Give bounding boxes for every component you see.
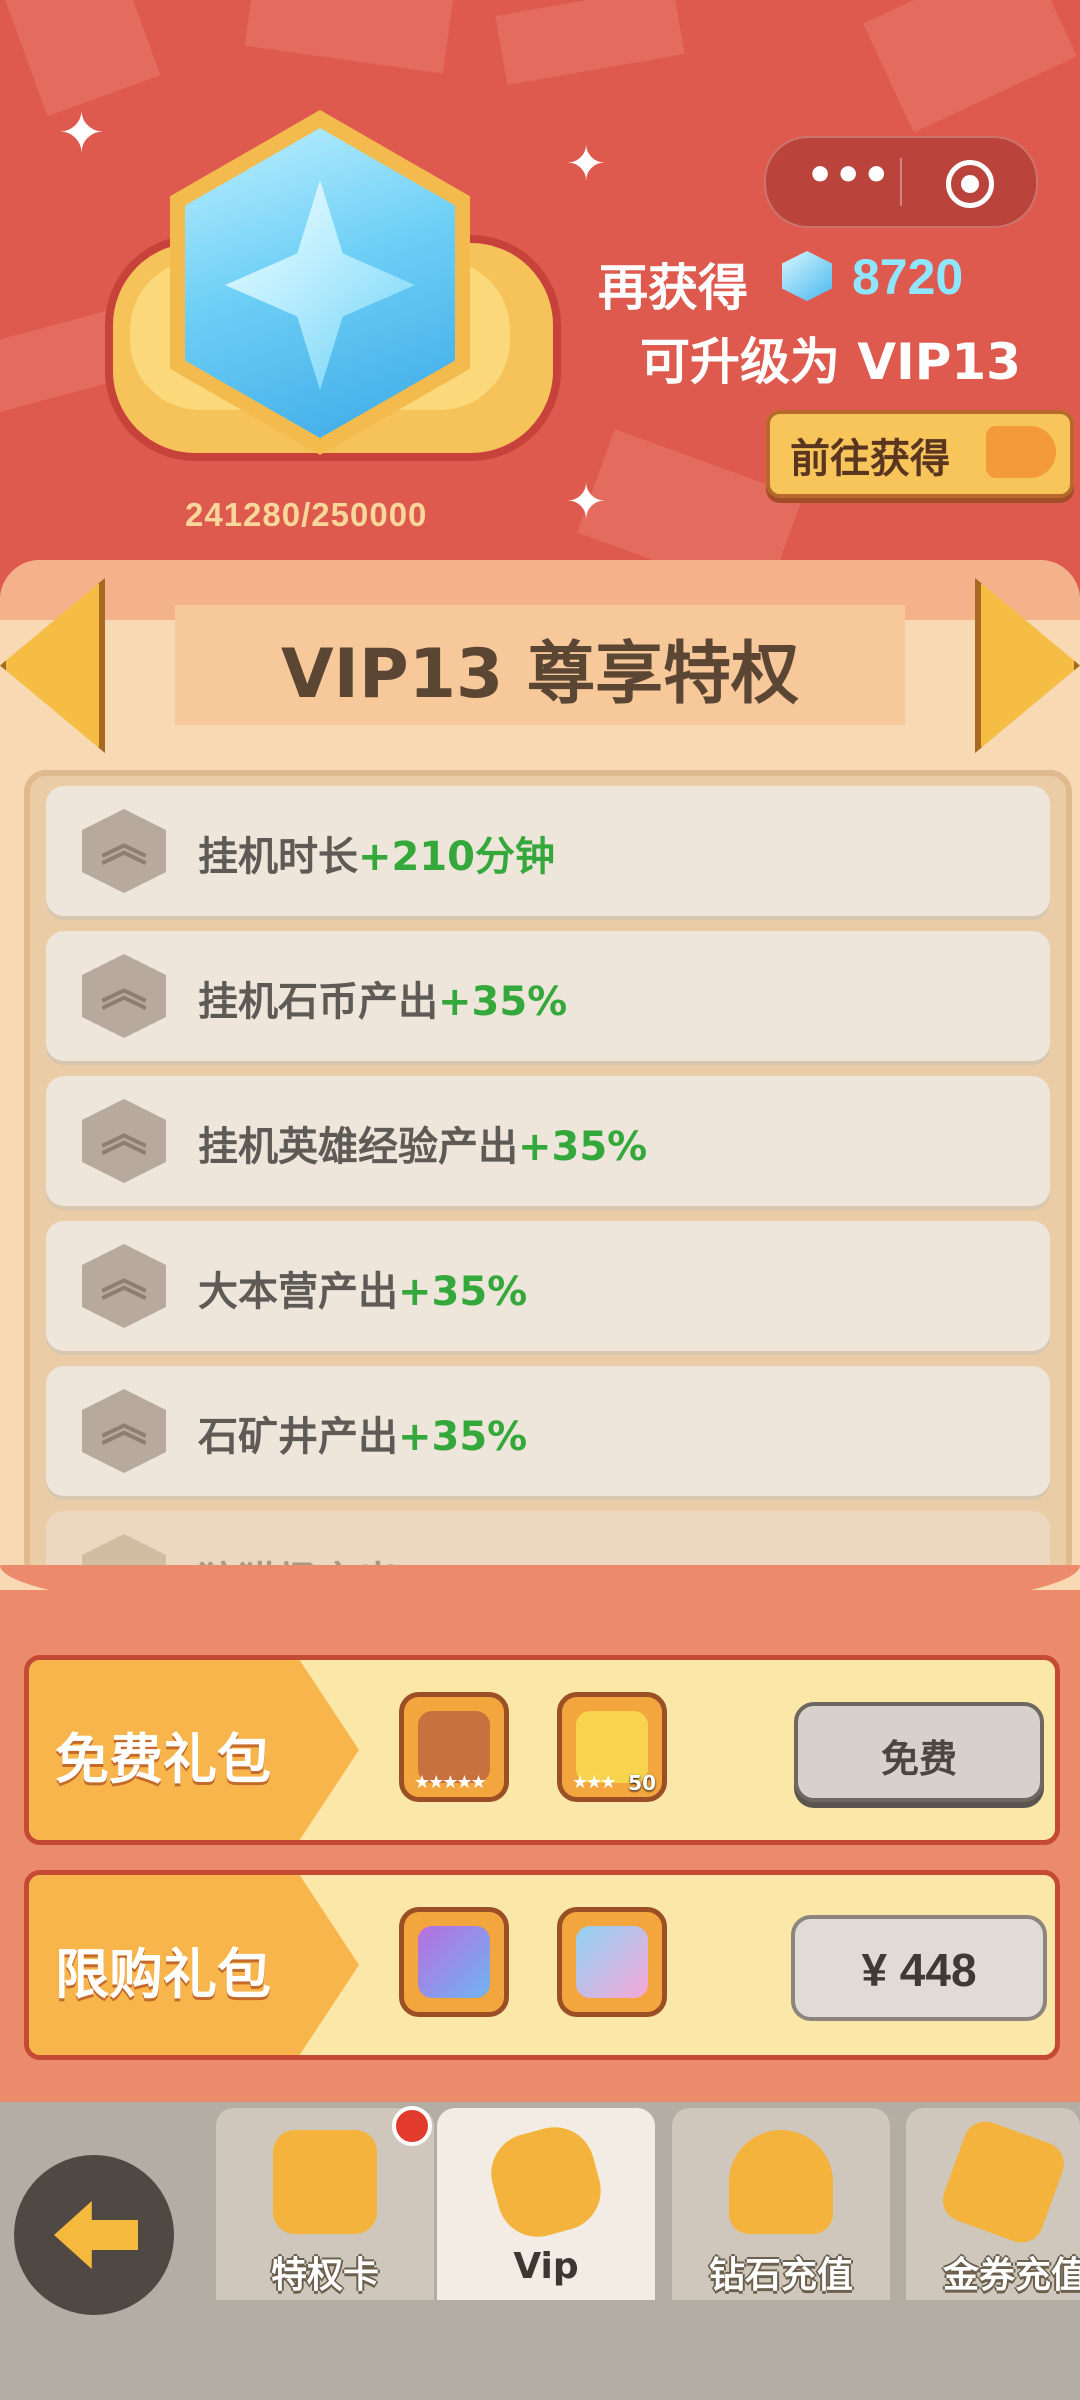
perk-label: 石矿井产出 [198, 1414, 398, 1460]
perk-item: ︽ 石矿井产出+35% [46, 1366, 1050, 1496]
perk-bonus: +35% [398, 1414, 528, 1460]
hero-ray [863, 0, 1077, 133]
sparkle-icon: ✦ [566, 474, 607, 530]
claim-free-label: 免费 [880, 1737, 957, 1781]
perk-label: 挂机时长 [198, 834, 358, 880]
perk-bonus: +210分钟 [358, 834, 556, 880]
pointing-hand-icon [986, 426, 1056, 478]
item-stars: ★★★★★ [414, 1772, 487, 1793]
limited-gift-row: 限购礼包 ¥ 448 [24, 1870, 1060, 2060]
treasure-bag-icon[interactable]: ★★★★★ [399, 1692, 509, 1802]
privilege-title: VIP13 尊享特权 [280, 635, 800, 714]
capsule-divider [900, 158, 902, 206]
perk-item: ︽ 挂机时长+210分钟 [46, 786, 1050, 916]
upgrade-amount: 8720 [852, 249, 964, 305]
privilege-card-icon [273, 2130, 377, 2234]
perk-item: ︽ 挂机石币产出+35% [46, 931, 1050, 1061]
hero-ray [244, 0, 456, 74]
tab-label: 金券充值 [942, 2255, 1080, 2296]
tab-coupon-recharge[interactable]: 金券充值 [906, 2108, 1080, 2300]
gold-gems-icon [729, 2130, 833, 2234]
perk-label: 挂机英雄经验产出 [198, 1124, 518, 1170]
chevron-up-icon: ︽ [82, 1099, 166, 1183]
gold-helmet-icon[interactable]: ★★★ 50 [557, 1692, 667, 1802]
chevron-up-icon: ︽ [82, 954, 166, 1038]
tab-diamond-recharge[interactable]: 钻石充值 [672, 2108, 890, 2300]
notification-dot [392, 2106, 432, 2146]
upgrade-prefix: 再获得 [598, 259, 748, 317]
back-arrow-icon [54, 2201, 138, 2269]
chevron-up-icon: ︽ [82, 809, 166, 893]
tab-label: 钻石充值 [708, 2255, 853, 2296]
sparkle-icon: ✦ [58, 101, 105, 166]
sparkle-icon: ✦ [566, 136, 607, 192]
perk-bonus: +35% [438, 979, 568, 1025]
perk-bonus: +35% [518, 1124, 648, 1170]
perk-item: ︽ 大本营产出+35% [46, 1221, 1050, 1351]
mini-program-capsule: ••• [764, 136, 1038, 228]
claim-free-button[interactable]: 免费 [794, 1702, 1044, 1802]
item-count: 50 [628, 1771, 656, 1795]
perk-item: ︽ 挂机英雄经验产出+35% [46, 1076, 1050, 1206]
perk-label: 挂机石币产出 [198, 979, 438, 1025]
vip-diamond-badge [70, 70, 561, 530]
price-label: ¥ 448 [861, 1944, 977, 1996]
tab-label: 特权卡 [270, 2255, 379, 2296]
rainbow-card-icon[interactable] [399, 1907, 509, 2017]
limited-gift-tag-label: 限购礼包 [55, 1943, 271, 2006]
tab-label: Vip [513, 2246, 579, 2287]
go-obtain-label: 前往获得 [790, 436, 950, 482]
vip-progress-text: 241280/250000 [185, 496, 428, 533]
chevron-up-icon: ︽ [82, 1244, 166, 1328]
back-button[interactable] [14, 2155, 174, 2315]
more-dots-icon[interactable]: ••• [806, 150, 890, 201]
item-stars: ★★★ [572, 1772, 616, 1793]
target-circle-icon[interactable] [946, 160, 994, 208]
free-gift-tag-label: 免费礼包 [55, 1728, 271, 1791]
chevron-up-icon: ︽ [82, 1389, 166, 1473]
perk-bonus: +35% [398, 1269, 528, 1315]
card-pack-icon[interactable] [557, 1907, 667, 2017]
go-obtain-button[interactable]: 前往获得 [766, 410, 1074, 498]
tab-vip[interactable]: Vip [437, 2108, 655, 2300]
upgrade-target: 可升级为 VIP13 [640, 333, 1021, 391]
gold-coupon-icon [936, 2115, 1071, 2249]
perk-label: 大本营产出 [198, 1269, 398, 1315]
buy-limited-button[interactable]: ¥ 448 [791, 1915, 1047, 2021]
free-gift-row: 免费礼包 ★★★★★ ★★★ 50 免费 [24, 1655, 1060, 1845]
vip-ticket-icon [482, 2118, 610, 2246]
perk-list[interactable]: ︽ 挂机时长+210分钟 ︽ 挂机石币产出+35% ︽ 挂机英雄经验产出+35%… [24, 770, 1072, 1582]
